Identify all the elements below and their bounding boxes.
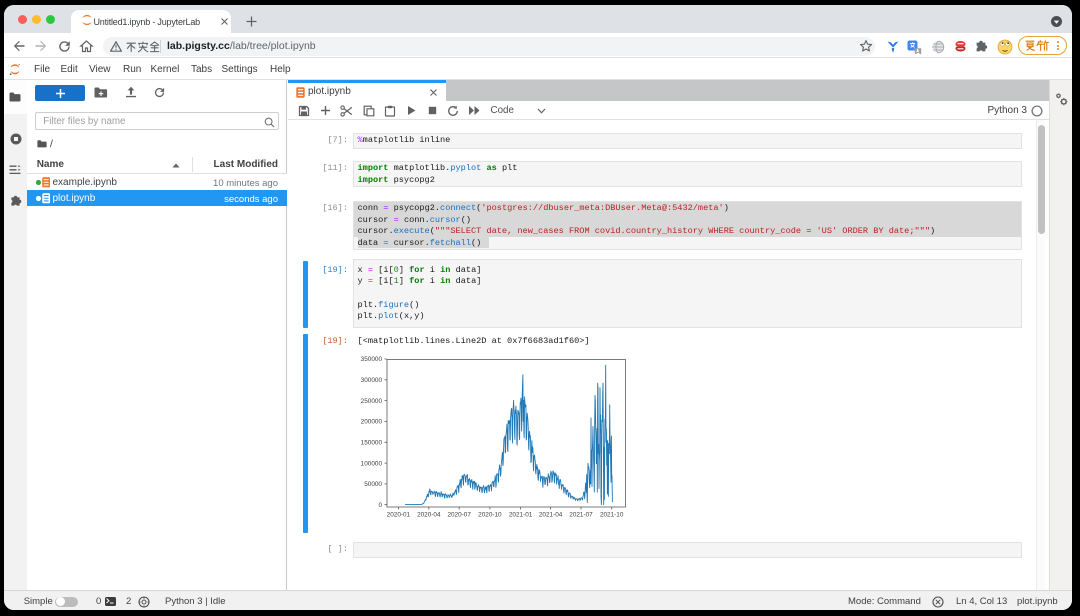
- svg-text:0: 0: [378, 502, 382, 509]
- svg-text:2020-01: 2020-01: [387, 512, 411, 519]
- svg-text:2020-07: 2020-07: [447, 512, 471, 519]
- svg-text:2021-10: 2021-10: [600, 512, 624, 519]
- svg-text:350000: 350000: [361, 356, 383, 363]
- svg-text:2020-10: 2020-10: [478, 512, 502, 519]
- svg-text:2021-07: 2021-07: [569, 512, 593, 519]
- svg-text:150000: 150000: [361, 440, 383, 447]
- svg-text:250000: 250000: [361, 398, 383, 405]
- svg-text:300000: 300000: [361, 377, 383, 384]
- svg-text:2021-01: 2021-01: [509, 512, 533, 519]
- svg-text:2020-04: 2020-04: [417, 512, 441, 519]
- svg-text:200000: 200000: [361, 419, 383, 426]
- svg-text:100000: 100000: [361, 460, 383, 467]
- svg-text:50000: 50000: [364, 481, 382, 488]
- svg-text:2021-04: 2021-04: [539, 512, 563, 519]
